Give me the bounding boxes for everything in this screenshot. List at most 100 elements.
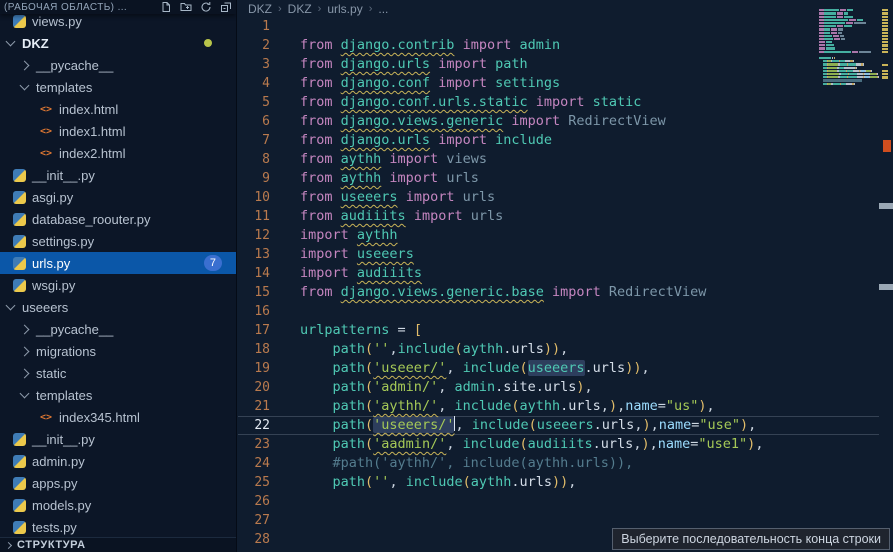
- code-line-21[interactable]: 21 path('aythh/', include(aythh.urls,),n…: [238, 397, 879, 416]
- line-text: urlpatterns = [: [300, 321, 422, 340]
- line-number: 17: [238, 321, 284, 340]
- line-number: 10: [238, 188, 284, 207]
- breadcrumb-item-3[interactable]: ...: [378, 2, 388, 16]
- minimap-line: [819, 86, 881, 88]
- breadcrumb-item-2[interactable]: urls.py: [327, 2, 362, 16]
- code-line-19[interactable]: 19 path('useeer/', include(useeers.urls)…: [238, 359, 879, 378]
- code-line-11[interactable]: 11from audiiits import urls: [238, 207, 879, 226]
- code-line-1[interactable]: 1: [238, 17, 879, 36]
- tree-item-migrations[interactable]: migrations: [0, 340, 236, 362]
- python-file-icon: [13, 15, 26, 28]
- tree-item-label: index345.html: [59, 410, 140, 425]
- python-file-icon: [13, 235, 26, 248]
- tree-item-settings-py[interactable]: settings.py: [0, 230, 236, 252]
- minimap-line: [819, 79, 881, 81]
- tree-item-label: apps.py: [32, 476, 78, 491]
- new-file-icon[interactable]: [160, 1, 172, 13]
- overview-ruler[interactable]: [879, 0, 893, 552]
- minimap-line: [819, 89, 881, 91]
- chevron-down-icon: [20, 388, 30, 398]
- code-line-6[interactable]: 6from django.views.generic import Redire…: [238, 112, 879, 131]
- tree-item-index1-html[interactable]: <>index1.html: [0, 120, 236, 142]
- tree-item-templates[interactable]: templates: [0, 384, 236, 406]
- tree-item-useeers[interactable]: useeers: [0, 296, 236, 318]
- python-file-icon: [13, 213, 26, 226]
- tree-item-init-py[interactable]: __init__.py: [0, 428, 236, 450]
- tree-item-init-py[interactable]: __init__.py: [0, 164, 236, 186]
- tree-item-label: static: [36, 366, 66, 381]
- line-text: from aythh import views: [300, 150, 487, 169]
- tree-item-index345-html[interactable]: <> index345.html: [0, 406, 236, 428]
- explorer-sidebar: (РАБОЧАЯ ОБЛАСТЬ) ... views.pyDKZ__pycac…: [0, 0, 237, 552]
- tree-item-admin-py[interactable]: admin.py: [0, 450, 236, 472]
- ruler-warning-mark: [882, 51, 888, 53]
- tree-item-templates[interactable]: templates: [0, 76, 236, 98]
- tree-item-urls-py[interactable]: urls.py7: [0, 252, 236, 274]
- code-line-18[interactable]: 18 path('',include(aythh.urls)),: [238, 340, 879, 359]
- tree-item-label: index2.html: [59, 146, 125, 161]
- minimap[interactable]: [819, 6, 881, 95]
- tree-item-tests-py[interactable]: tests.py: [0, 516, 236, 538]
- chevron-right-icon: [20, 346, 30, 356]
- tree-item-dkz[interactable]: DKZ: [0, 32, 236, 54]
- code-line-12[interactable]: 12import aythh: [238, 226, 879, 245]
- line-text: from audiiits import urls: [300, 207, 503, 226]
- tree-item-asgi-py[interactable]: asgi.py: [0, 186, 236, 208]
- tree-item-label: database_roouter.py: [32, 212, 151, 227]
- refresh-icon[interactable]: [200, 1, 212, 13]
- code-line-15[interactable]: 15from django.views.generic.base import …: [238, 283, 879, 302]
- code-line-8[interactable]: 8from aythh import views: [238, 150, 879, 169]
- code-line-9[interactable]: 9from aythh import urls: [238, 169, 879, 188]
- breadcrumb-item-1[interactable]: DKZ: [288, 2, 312, 16]
- new-folder-icon[interactable]: [180, 1, 192, 13]
- code-line-22[interactable]: 22 path('useeers/', include(useeers.urls…: [238, 416, 879, 435]
- collapse-all-icon[interactable]: [220, 1, 232, 13]
- line-text: path('useeers/', include(useeers.urls,),…: [300, 416, 756, 435]
- tree-item-label: views.py: [32, 14, 82, 29]
- outline-section-header[interactable]: СТРУКТУРА: [0, 537, 236, 552]
- code-line-26[interactable]: 26: [238, 492, 879, 511]
- code-line-24[interactable]: 24 #path('aythh/', include(aythh.urls)),: [238, 454, 879, 473]
- code-line-5[interactable]: 5from django.conf.urls.static import sta…: [238, 93, 879, 112]
- tree-item-pycache[interactable]: __pycache__: [0, 318, 236, 340]
- code-line-25[interactable]: 25 path('', include(aythh.urls)),: [238, 473, 879, 492]
- code-line-2[interactable]: 2from django.contrib import admin: [238, 36, 879, 55]
- minimap-line: [819, 63, 881, 65]
- code-area[interactable]: 12from django.contrib import admin3from …: [238, 17, 879, 552]
- code-line-7[interactable]: 7from django.urls import include: [238, 131, 879, 150]
- editor-pane: DKZ›DKZ›urls.py›... 12from django.contri…: [238, 0, 893, 552]
- tree-item-database-roouter-py[interactable]: database_roouter.py: [0, 208, 236, 230]
- tree-item-static[interactable]: static: [0, 362, 236, 384]
- code-line-4[interactable]: 4from django.conf import settings: [238, 74, 879, 93]
- tree-item-index-html[interactable]: <>index.html: [0, 98, 236, 120]
- line-number: 24: [238, 454, 284, 473]
- line-text: import audiiits: [300, 264, 422, 283]
- html-file-icon: <>: [40, 412, 55, 423]
- tree-item-label: __pycache__: [36, 58, 113, 73]
- code-line-3[interactable]: 3from django.urls import path: [238, 55, 879, 74]
- tree-item-index2-html[interactable]: <>index2.html: [0, 142, 236, 164]
- code-line-23[interactable]: 23 path('aadmin/', include(audiiits.urls…: [238, 435, 879, 454]
- tree-item-models-py[interactable]: models.py: [0, 494, 236, 516]
- code-line-10[interactable]: 10from useeers import urls: [238, 188, 879, 207]
- breadcrumb-item-0[interactable]: DKZ: [248, 2, 272, 16]
- line-number: 13: [238, 245, 284, 264]
- tree-item-apps-py[interactable]: apps.py: [0, 472, 236, 494]
- line-number: 3: [238, 55, 284, 74]
- breadcrumb-separator: ›: [369, 3, 373, 15]
- code-line-14[interactable]: 14import audiiits: [238, 264, 879, 283]
- code-line-13[interactable]: 13 import useeers: [238, 245, 879, 264]
- python-file-icon: [13, 521, 26, 534]
- python-file-icon: [13, 455, 26, 468]
- tree-item-pycache[interactable]: __pycache__: [0, 54, 236, 76]
- code-line-16[interactable]: 16: [238, 302, 879, 321]
- line-text: path('aadmin/', include(audiiits.urls,),…: [300, 435, 763, 454]
- line-text: from django.conf.urls.static import stat…: [300, 93, 641, 112]
- ruler-warning-mark: [882, 35, 888, 37]
- tree-item-wsgi-py[interactable]: wsgi.py: [0, 274, 236, 296]
- code-line-17[interactable]: 17 urlpatterns = [: [238, 321, 879, 340]
- line-text: import useeers: [300, 245, 414, 264]
- code-line-20[interactable]: 20 path('admin/', admin.site.urls),: [238, 378, 879, 397]
- minimap-line: [819, 25, 881, 27]
- minimap-line: [819, 60, 881, 62]
